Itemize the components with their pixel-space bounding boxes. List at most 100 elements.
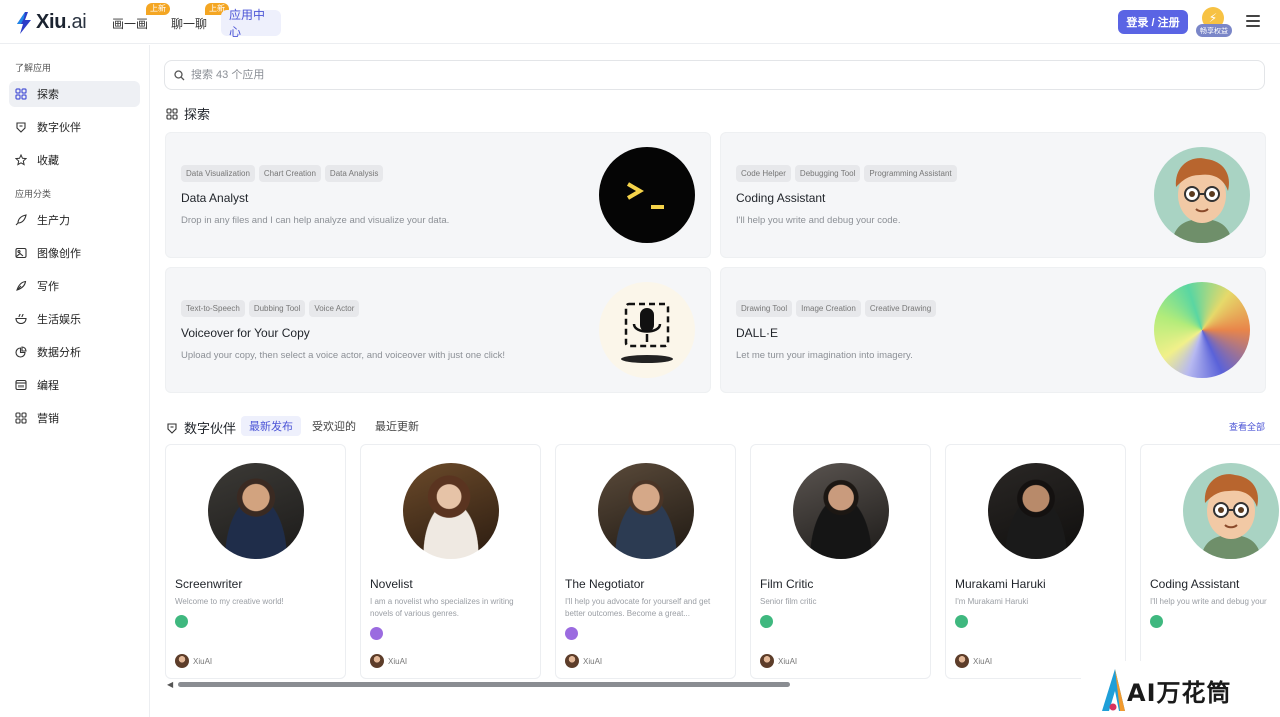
partners-title: 数字伙伴: [184, 421, 237, 436]
bowl-icon: [15, 313, 27, 325]
microphone-icon: [599, 282, 695, 378]
nav-chat-label: 聊一聊: [171, 16, 208, 31]
hamburger-menu-icon[interactable]: [1246, 15, 1260, 27]
app-card-description: Drop in any files and I can help analyze…: [181, 215, 450, 226]
author: XiuAI: [760, 654, 797, 668]
star-icon: [15, 154, 27, 166]
sidebar-item-data-analysis[interactable]: 数据分析: [9, 339, 140, 365]
sidebar-item-marketing[interactable]: 营销: [9, 405, 140, 431]
sidebar-item-label: 数据分析: [37, 347, 81, 359]
nav-app-center[interactable]: 应用中心: [221, 8, 281, 39]
author: XiuAI: [175, 654, 212, 668]
tag: Text-to-Speech: [181, 300, 245, 317]
author-name: XiuAI: [583, 656, 603, 666]
search-bar[interactable]: [164, 60, 1265, 90]
partner-card-novelist[interactable]: Novelist I am a novelist who specializes…: [360, 444, 541, 679]
grid-icon: [166, 107, 178, 120]
tag: Dubbing Tool: [248, 300, 306, 317]
author-name: XiuAI: [778, 656, 798, 666]
author-name: XiuAI: [193, 656, 213, 666]
avatar: [760, 654, 774, 668]
sidebar-item-writing[interactable]: 写作: [9, 273, 140, 299]
partner-name: Novelist: [370, 577, 413, 591]
tag: Debugging Tool: [794, 165, 861, 182]
app-card-coding-assistant[interactable]: Code Helper Debugging Tool Programming A…: [720, 132, 1266, 258]
sidebar-item-image-creation[interactable]: 图像创作: [9, 240, 140, 266]
partner-description: Senior film critic: [760, 597, 817, 606]
author-name: XiuAI: [973, 656, 993, 666]
logo-brand: Xiu: [36, 11, 67, 33]
image-icon: [15, 247, 27, 259]
tag-list: Text-to-Speech Dubbing Tool Voice Actor: [181, 300, 360, 317]
app-card-description: I'll help you write and debug your code.: [736, 215, 901, 226]
grid-icon: [15, 88, 27, 100]
avatar: [208, 463, 304, 559]
sidebar-item-label: 生产力: [37, 215, 70, 227]
author: XiuAI: [955, 654, 992, 668]
cartoon-coder-avatar: [1154, 147, 1250, 243]
sidebar-item-productivity[interactable]: 生产力: [9, 207, 140, 233]
nav-chat[interactable]: 聊一聊 上新: [163, 3, 230, 36]
partner-card-murakami-haruki[interactable]: Murakami Haruki I'm Murakami Haruki XiuA…: [945, 444, 1126, 679]
search-icon: [174, 69, 185, 80]
sidebar-item-label: 探索: [37, 89, 59, 101]
app-card-title: DALL·E: [736, 326, 779, 340]
nav-draw-label: 画一画: [112, 16, 149, 31]
tab-latest[interactable]: 最新发布: [241, 416, 301, 436]
app-card-description: Let me turn your imagination into imager…: [736, 350, 913, 361]
watermark: AI万花筒: [1081, 661, 1280, 717]
sidebar-item-digital-partner[interactable]: 数字伙伴: [9, 114, 140, 140]
nav-draw[interactable]: 画一画 上新: [104, 3, 171, 36]
partner-description: Welcome to my creative world!: [175, 597, 284, 606]
app-card-data-analyst[interactable]: Data Visualization Chart Creation Data A…: [165, 132, 711, 258]
watermark-text: AI万花筒: [1127, 679, 1232, 707]
partner-description: I'll help you advocate for yourself and …: [565, 597, 711, 618]
avatar: [988, 463, 1084, 559]
scroll-left-arrow-icon[interactable]: ◀: [167, 680, 173, 689]
tag: Data Analysis: [324, 165, 384, 182]
lightning-logo-icon: [17, 11, 31, 34]
partner-description: I am a novelist who specializes in writi…: [370, 597, 514, 618]
sidebar-section-learn: 了解应用: [15, 63, 52, 73]
sidebar-item-programming[interactable]: 编程: [9, 372, 140, 398]
partner-card-screenwriter[interactable]: Screenwriter Welcome to my creative worl…: [165, 444, 346, 679]
tab-popular[interactable]: 受欢迎的: [304, 416, 364, 436]
sidebar-item-favorites[interactable]: 收藏: [9, 147, 140, 173]
partner-card-coding-assistant[interactable]: Coding Assistant I'll help you write and…: [1140, 444, 1280, 679]
author-name: XiuAI: [388, 656, 408, 666]
site-logo[interactable]: Xiu.ai: [16, 11, 87, 34]
app-card-dalle[interactable]: Drawing Tool Image Creation Creative Dra…: [720, 267, 1266, 393]
pie-chart-icon: [15, 346, 27, 358]
tag: Image Creation: [796, 300, 861, 317]
partners-section-title: 数字伙伴: [166, 418, 236, 437]
explore-section-title: 探索: [166, 104, 210, 123]
partner-description: I'm Murakami Haruki: [955, 597, 1029, 606]
tag: Data Visualization: [181, 165, 255, 182]
avatar: [598, 463, 694, 559]
tag-list: Drawing Tool Image Creation Creative Dra…: [736, 300, 937, 317]
partner-card-the-negotiator[interactable]: The Negotiator I'll help you advocate fo…: [555, 444, 736, 679]
perk-button[interactable]: ⚡ 畅享权益: [1196, 7, 1232, 39]
search-input[interactable]: [191, 69, 791, 81]
partner-card-film-critic[interactable]: Film Critic Senior film critic XiuAI: [750, 444, 931, 679]
partner-name: Coding Assistant: [1150, 577, 1240, 591]
sidebar: 了解应用 探索 数字伙伴 收藏 应用分类 生产力 图像创作 写作 生活娱乐 数据…: [0, 45, 150, 717]
model-icon: [1150, 615, 1163, 628]
avatar: [370, 654, 384, 668]
sidebar-item-explore[interactable]: 探索: [9, 81, 140, 107]
sidebar-section-category: 应用分类: [15, 189, 52, 199]
explore-title: 探索: [184, 107, 211, 122]
partner-name: The Negotiator: [565, 577, 645, 591]
sidebar-item-label: 数字伙伴: [37, 122, 81, 134]
scrollbar-thumb[interactable]: [178, 682, 790, 687]
author: XiuAI: [370, 654, 407, 668]
app-card-title: Data Analyst: [181, 191, 249, 205]
sidebar-item-lifestyle[interactable]: 生活娱乐: [9, 306, 140, 332]
sidebar-item-label: 营销: [37, 413, 59, 425]
color-wheel-icon: [1154, 282, 1250, 378]
tab-recently-updated[interactable]: 最近更新: [367, 416, 427, 436]
login-register-button[interactable]: 登录 / 注册: [1118, 10, 1188, 34]
view-all-link[interactable]: 查看全部: [1229, 420, 1265, 433]
code-window-icon: [15, 379, 27, 391]
app-card-voiceover[interactable]: Text-to-Speech Dubbing Tool Voice Actor …: [165, 267, 711, 393]
